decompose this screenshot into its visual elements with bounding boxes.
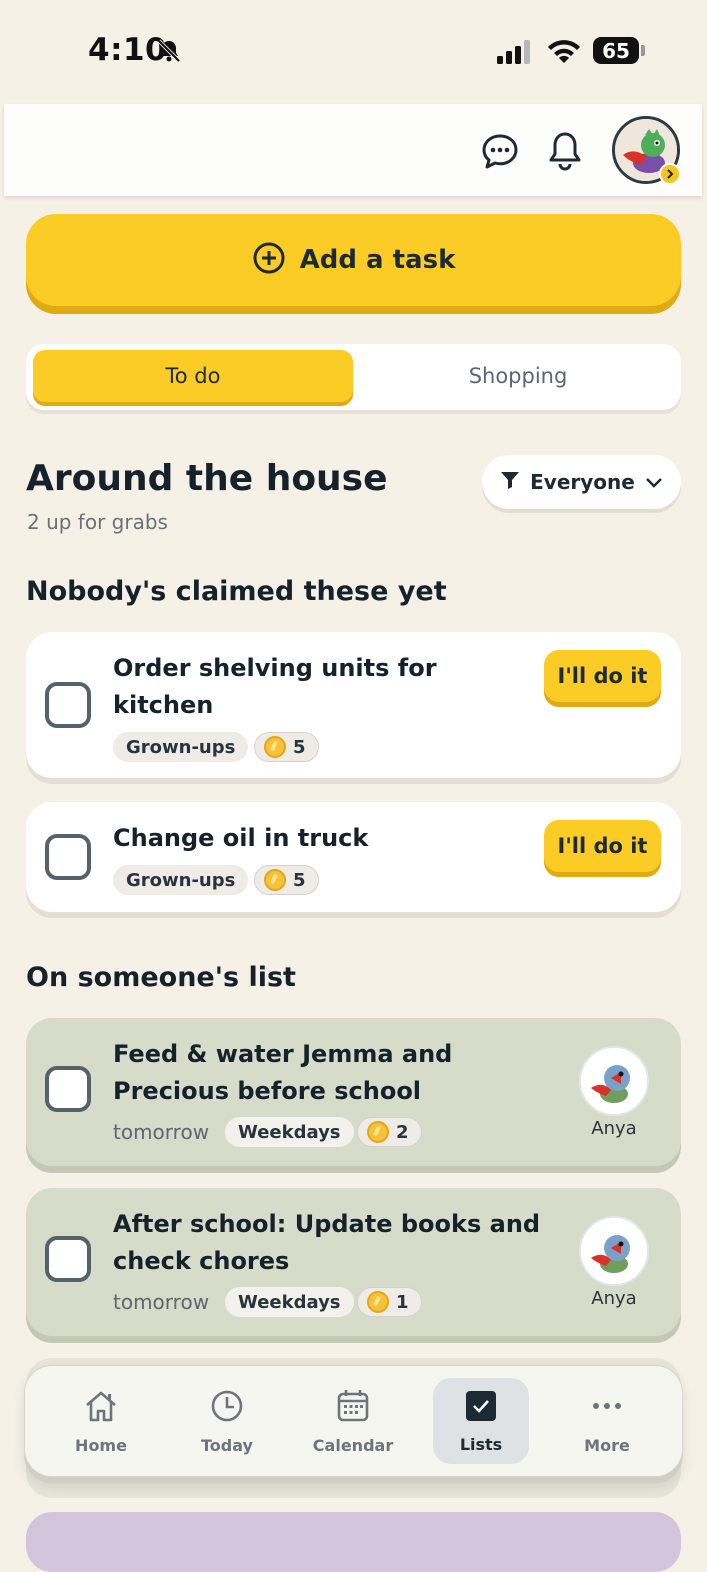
due-date: tomorrow	[113, 1120, 210, 1144]
cellular-signal-icon	[497, 40, 533, 68]
assignee-filter-dropdown[interactable]: Everyone	[482, 455, 681, 509]
bottom-tab-bar: Home Today Calendar Lists More	[24, 1365, 683, 1477]
notifications-bell-icon[interactable]	[546, 130, 584, 176]
due-date: tomorrow	[113, 1290, 210, 1314]
task-checkbox[interactable]	[45, 682, 91, 728]
bell-muted-icon	[156, 38, 182, 68]
chat-icon[interactable]	[480, 132, 520, 176]
task-title: Feed & water Jemma and Precious before s…	[113, 1040, 453, 1105]
tab-more[interactable]: More	[559, 1378, 655, 1464]
clock-icon	[209, 1388, 245, 1428]
task-checkbox[interactable]	[45, 1066, 91, 1112]
tab-calendar[interactable]: Calendar	[305, 1378, 401, 1464]
tab-today[interactable]: Today	[179, 1378, 275, 1464]
calendar-icon	[335, 1388, 371, 1428]
plus-circle-icon	[252, 241, 286, 279]
claimed-heading: On someone's list	[26, 962, 296, 993]
profile-chevron-icon	[659, 163, 681, 185]
assignee-name: Anya	[591, 1288, 637, 1309]
add-task-button[interactable]: Add a task	[26, 214, 681, 306]
battery-tip	[641, 45, 645, 56]
unclaimed-heading: Nobody's claimed these yet	[26, 576, 447, 607]
assignee-name: Anya	[591, 1118, 637, 1139]
add-task-label: Add a task	[299, 245, 456, 275]
filter-label: Everyone	[530, 470, 635, 494]
task-checkbox[interactable]	[45, 834, 91, 880]
task-card: Change oil in truck Grown-ups 5 I'll do …	[26, 802, 681, 912]
coin-reward-badge: 5	[254, 865, 319, 895]
coin-icon	[367, 1291, 389, 1313]
audience-tag: Grown-ups	[113, 732, 249, 762]
avatar[interactable]	[579, 1046, 649, 1116]
coin-reward-badge: 2	[357, 1117, 422, 1147]
list-type-tabs: To do Shopping	[26, 344, 681, 410]
task-card: Order shelving units for kitchen Grown-u…	[26, 632, 681, 778]
tab-lists[interactable]: Lists	[433, 1378, 529, 1464]
coin-icon	[264, 736, 286, 758]
coin-icon	[264, 869, 286, 891]
tab-home[interactable]: Home	[53, 1378, 149, 1464]
task-card-partial	[26, 1512, 681, 1572]
page-title: Around the house	[26, 458, 388, 499]
ellipsis-icon	[589, 1388, 625, 1428]
task-checkbox[interactable]	[45, 1236, 91, 1282]
filter-funnel-icon	[500, 470, 520, 495]
page-subtitle: 2 up for grabs	[27, 510, 168, 534]
coin-reward-badge: 5	[254, 732, 319, 762]
tab-shopping[interactable]: Shopping	[361, 350, 675, 402]
coin-reward-badge: 1	[357, 1287, 422, 1317]
task-card: Feed & water Jemma and Precious before s…	[26, 1018, 681, 1166]
claim-task-button[interactable]: I'll do it	[544, 650, 661, 702]
status-bar: 4:10 65	[0, 0, 707, 100]
repeat-tag: Weekdays	[225, 1287, 354, 1317]
repeat-tag: Weekdays	[225, 1117, 354, 1147]
battery-indicator: 65	[593, 37, 639, 64]
tab-to-do[interactable]: To do	[33, 350, 353, 402]
task-title: Order shelving units for kitchen	[113, 654, 437, 719]
chevron-down-icon	[645, 470, 663, 494]
wifi-icon	[546, 37, 582, 69]
task-card: After school: Update books and check cho…	[26, 1188, 681, 1336]
claim-task-button[interactable]: I'll do it	[544, 820, 661, 872]
checkbox-icon	[464, 1389, 498, 1427]
audience-tag: Grown-ups	[113, 865, 249, 895]
task-title: Change oil in truck	[113, 824, 369, 852]
house-icon	[83, 1388, 119, 1428]
avatar[interactable]	[579, 1216, 649, 1286]
task-title: After school: Update books and check cho…	[113, 1210, 541, 1275]
app-header	[4, 104, 702, 196]
coin-icon	[367, 1121, 389, 1143]
